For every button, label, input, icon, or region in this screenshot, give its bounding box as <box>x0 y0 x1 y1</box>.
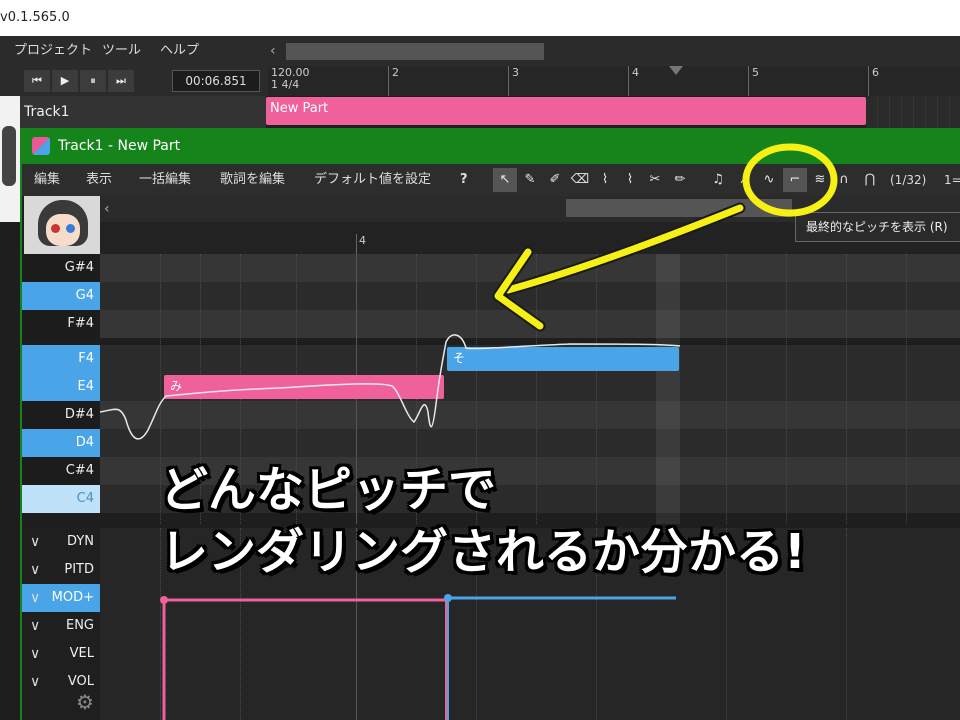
window-title: v0.1.565.0 <box>0 10 70 25</box>
piano-roll-titlebar: Track1 - New Part <box>22 128 960 164</box>
expression-mod-plus[interactable]: ∨ MOD+ <box>22 584 100 612</box>
last-icon: ⏭ <box>116 74 126 87</box>
track-header[interactable]: Track1 <box>20 96 266 128</box>
cursor-tool-icon[interactable]: ↖ <box>493 168 517 192</box>
piano-key[interactable]: C#4 <box>22 457 100 485</box>
expression-vel[interactable]: ∨ VEL <box>22 640 100 668</box>
piano-key[interactable]: D#4 <box>22 401 100 429</box>
piano-key[interactable]: C4 <box>22 485 100 513</box>
menu-edit-lyrics[interactable]: 歌詞を編集 <box>220 164 285 196</box>
chevron-down-icon: ∨ <box>30 590 41 606</box>
piano-key[interactable]: F4 <box>22 345 100 373</box>
brush-tool-icon[interactable]: ✏ <box>668 168 692 192</box>
piano-key[interactable]: F#4 <box>22 310 100 338</box>
bar-label: 4 <box>628 66 639 96</box>
singer-avatar[interactable] <box>24 196 100 256</box>
scroll-thumb[interactable] <box>286 43 544 60</box>
track-grid <box>866 96 960 128</box>
piano-keys: G#4 G4 F#4 F4 E4 D#4 D4 C#4 C4 <box>22 254 100 524</box>
expression-eng[interactable]: ∨ ENG <box>22 612 100 640</box>
last-button[interactable]: ⏭ <box>108 70 134 92</box>
piano-key[interactable]: E4 <box>22 373 100 401</box>
app-window: v0.1.565.0 プロジェクト ツール ヘルプ ‹ ⏮ ▶ ⏸ ⏭ 00:0… <box>0 0 960 720</box>
lyrics-tool-icon[interactable]: ⁄ <box>732 168 756 192</box>
pause-icon: ⏸ <box>90 74 96 87</box>
time-display[interactable]: 00:06.851 <box>172 70 260 92</box>
piano-key[interactable]: D4 <box>22 429 100 457</box>
app-icon <box>32 137 50 155</box>
note-icon[interactable]: ♫ <box>706 168 730 192</box>
phoneme-icon[interactable]: ⋂ <box>858 168 882 192</box>
menu-set-defaults[interactable]: デフォルト値を設定 <box>314 164 431 196</box>
eraser-tool-icon[interactable]: ⌫ <box>568 168 592 192</box>
bar-label: 6 <box>868 66 879 96</box>
knife-tool-icon[interactable]: ✂ <box>643 168 667 192</box>
first-icon: ⏮ <box>32 74 42 87</box>
snap-setting[interactable]: (1/32) <box>890 164 926 196</box>
play-icon: ▶ <box>60 74 70 87</box>
vibrato-icon[interactable]: ∩ <box>832 168 856 192</box>
bar-label: 2 <box>388 66 399 96</box>
tempo-signature[interactable]: 120.00 1 4/4 <box>271 67 310 91</box>
scroll-thumb[interactable] <box>566 199 792 217</box>
menu-project[interactable]: プロジェクト <box>14 36 92 66</box>
timeline-ruler[interactable]: 120.00 1 4/4 2 3 4 5 6 <box>268 66 960 96</box>
part-block[interactable]: New Part <box>266 97 866 125</box>
menu-help[interactable]: ヘルプ <box>160 36 199 66</box>
chevron-down-icon: ∨ <box>30 674 41 690</box>
caption-line-2: レンダリングされるか分かる! <box>160 524 806 580</box>
chevron-down-icon: ∨ <box>30 534 41 550</box>
menu-edit[interactable]: 編集 <box>34 164 60 196</box>
overwrite-pitch-tool-icon[interactable]: ⌇ <box>618 168 642 192</box>
expression-pitd[interactable]: ∨ PITD <box>22 556 100 584</box>
chevron-down-icon: ∨ <box>30 618 41 634</box>
piano-key[interactable]: G#4 <box>22 254 100 282</box>
waveform-icon[interactable]: ≋ <box>808 168 832 192</box>
bar-label: 4 <box>356 234 366 254</box>
menu-view[interactable]: 表示 <box>86 164 112 196</box>
bar-label: 5 <box>748 66 759 96</box>
final-pitch-icon[interactable]: ⌐ <box>783 168 807 192</box>
help-button[interactable]: ? <box>460 164 468 196</box>
menu-tools[interactable]: ツール <box>102 36 141 66</box>
playhead-marker[interactable] <box>669 66 683 75</box>
transport-bar: ⏮ ▶ ⏸ ⏭ 00:06.851 <box>0 66 268 96</box>
expression-dyn[interactable]: ∨ DYN <box>22 528 100 556</box>
bar-label: 3 <box>508 66 519 96</box>
gear-icon[interactable]: ⚙ <box>76 690 94 714</box>
pitch-points-icon[interactable]: ∿ <box>757 168 781 192</box>
pause-button[interactable]: ⏸ <box>80 70 106 92</box>
piano-key[interactable]: G4 <box>22 282 100 310</box>
piano-roll-title: Track1 - New Part <box>58 138 181 154</box>
tooltip: 最終的なピッチを表示 (R) <box>795 212 960 242</box>
singer-thumbnail <box>0 96 20 222</box>
menu-batch-edit[interactable]: 一括編集 <box>139 164 191 196</box>
pen-plus-tool-icon[interactable]: ✐ <box>543 168 567 192</box>
main-horizontal-scrollbar[interactable]: ‹ <box>268 40 960 64</box>
caption-line-1: どんなピッチで <box>160 462 497 518</box>
first-button[interactable]: ⏮ <box>24 70 50 92</box>
draw-pitch-tool-icon[interactable]: ⌇ <box>593 168 617 192</box>
chevron-down-icon: ∨ <box>30 646 41 662</box>
pen-tool-icon[interactable]: ✎ <box>518 168 542 192</box>
key-setting[interactable]: 1= <box>944 164 960 196</box>
chevron-down-icon: ∨ <box>30 562 41 578</box>
time-signature: 1 4/4 <box>271 78 300 91</box>
play-button[interactable]: ▶ <box>52 70 78 92</box>
window-titlebar: v0.1.565.0 <box>0 0 960 36</box>
scroll-left-icon[interactable]: ‹ <box>104 196 110 222</box>
scroll-left-icon[interactable]: ‹ <box>270 40 276 62</box>
